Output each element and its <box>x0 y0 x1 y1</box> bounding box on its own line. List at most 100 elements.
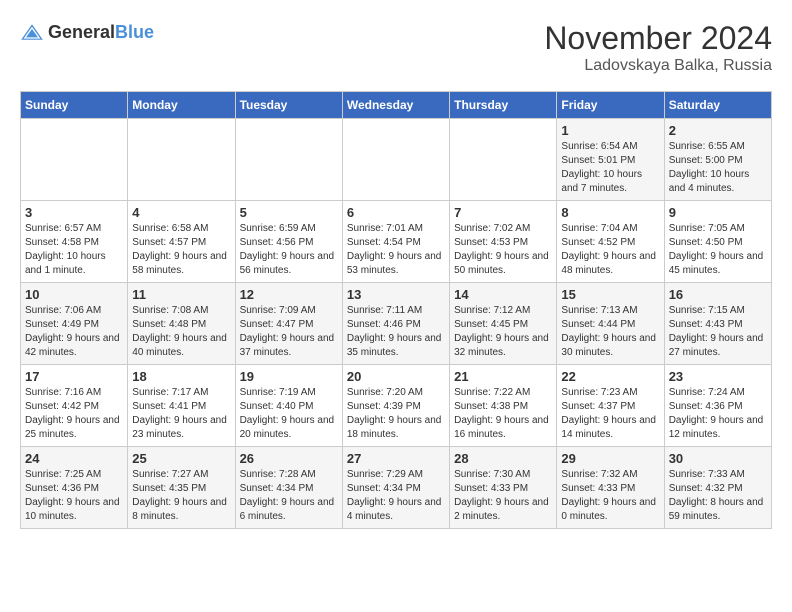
day-number: 9 <box>669 205 767 220</box>
day-number: 15 <box>561 287 659 302</box>
day-number: 4 <box>132 205 230 220</box>
day-info: Sunrise: 7:25 AM Sunset: 4:36 PM Dayligh… <box>25 468 123 524</box>
day-number: 19 <box>240 369 338 384</box>
day-number: 20 <box>347 369 445 384</box>
day-number: 1 <box>561 123 659 138</box>
header-row: SundayMondayTuesdayWednesdayThursdayFrid… <box>21 92 772 119</box>
calendar-cell: 21 Sunrise: 7:22 AM Sunset: 4:38 PM Dayli… <box>450 365 557 447</box>
day-info: Sunrise: 7:06 AM Sunset: 4:49 PM Dayligh… <box>25 304 123 360</box>
day-info: Sunrise: 7:22 AM Sunset: 4:38 PM Dayligh… <box>454 386 552 442</box>
day-info: Sunrise: 7:11 AM Sunset: 4:46 PM Dayligh… <box>347 304 445 360</box>
page-header: GeneralBlue November 2024 Ladovskaya Bal… <box>20 20 772 75</box>
day-header: Tuesday <box>235 92 342 119</box>
day-info: Sunrise: 7:05 AM Sunset: 4:50 PM Dayligh… <box>669 222 767 278</box>
calendar-row: 10 Sunrise: 7:06 AM Sunset: 4:49 PM Dayli… <box>21 283 772 365</box>
calendar-cell: 26Sunrise: 7:28 AM Sunset: 4:34 PM Dayli… <box>235 447 342 529</box>
calendar-cell: 5Sunrise: 6:59 AM Sunset: 4:56 PM Daylig… <box>235 201 342 283</box>
day-info: Sunrise: 6:57 AM Sunset: 4:58 PM Dayligh… <box>25 222 123 278</box>
day-number: 21 <box>454 369 552 384</box>
calendar-cell: 6 Sunrise: 7:01 AM Sunset: 4:54 PM Daylig… <box>342 201 449 283</box>
calendar-cell: 7Sunrise: 7:02 AM Sunset: 4:53 PM Daylig… <box>450 201 557 283</box>
day-header: Wednesday <box>342 92 449 119</box>
calendar-body: 1 Sunrise: 6:54 AM Sunset: 5:01 PM Daylig… <box>21 119 772 529</box>
day-info: Sunrise: 7:01 AM Sunset: 4:54 PM Dayligh… <box>347 222 445 278</box>
calendar-cell: 17Sunrise: 7:16 AM Sunset: 4:42 PM Dayli… <box>21 365 128 447</box>
calendar-cell: 2 Sunrise: 6:55 AM Sunset: 5:00 PM Daylig… <box>664 119 771 201</box>
calendar-cell: 12 Sunrise: 7:09 AM Sunset: 4:47 PM Dayli… <box>235 283 342 365</box>
day-number: 23 <box>669 369 767 384</box>
location-title: Ladovskaya Balka, Russia <box>544 57 772 75</box>
day-number: 30 <box>669 451 767 466</box>
calendar-cell <box>235 119 342 201</box>
day-number: 26 <box>240 451 338 466</box>
calendar-cell: 29 Sunrise: 7:32 AM Sunset: 4:33 PM Dayli… <box>557 447 664 529</box>
day-number: 28 <box>454 451 552 466</box>
day-number: 5 <box>240 205 338 220</box>
day-number: 18 <box>132 369 230 384</box>
calendar-cell: 25Sunrise: 7:27 AM Sunset: 4:35 PM Dayli… <box>128 447 235 529</box>
day-info: Sunrise: 7:20 AM Sunset: 4:39 PM Dayligh… <box>347 386 445 442</box>
calendar-table: SundayMondayTuesdayWednesdayThursdayFrid… <box>20 91 772 529</box>
calendar-cell: 16 Sunrise: 7:15 AM Sunset: 4:43 PM Dayli… <box>664 283 771 365</box>
day-header: Sunday <box>21 92 128 119</box>
day-info: Sunrise: 7:33 AM Sunset: 4:32 PM Dayligh… <box>669 468 767 524</box>
day-info: Sunrise: 7:15 AM Sunset: 4:43 PM Dayligh… <box>669 304 767 360</box>
day-info: Sunrise: 7:13 AM Sunset: 4:44 PM Dayligh… <box>561 304 659 360</box>
day-info: Sunrise: 7:16 AM Sunset: 4:42 PM Dayligh… <box>25 386 123 442</box>
calendar-cell: 1 Sunrise: 6:54 AM Sunset: 5:01 PM Daylig… <box>557 119 664 201</box>
day-info: Sunrise: 7:24 AM Sunset: 4:36 PM Dayligh… <box>669 386 767 442</box>
calendar-cell: 15 Sunrise: 7:13 AM Sunset: 4:44 PM Dayli… <box>557 283 664 365</box>
calendar-row: 24 Sunrise: 7:25 AM Sunset: 4:36 PM Dayli… <box>21 447 772 529</box>
calendar-cell: 27 Sunrise: 7:29 AM Sunset: 4:34 PM Dayli… <box>342 447 449 529</box>
day-info: Sunrise: 7:30 AM Sunset: 4:33 PM Dayligh… <box>454 468 552 524</box>
day-header: Friday <box>557 92 664 119</box>
calendar-cell: 22 Sunrise: 7:23 AM Sunset: 4:37 PM Dayli… <box>557 365 664 447</box>
day-number: 29 <box>561 451 659 466</box>
day-number: 3 <box>25 205 123 220</box>
day-info: Sunrise: 7:09 AM Sunset: 4:47 PM Dayligh… <box>240 304 338 360</box>
day-header: Saturday <box>664 92 771 119</box>
calendar-cell: 30 Sunrise: 7:33 AM Sunset: 4:32 PM Dayli… <box>664 447 771 529</box>
calendar-header: SundayMondayTuesdayWednesdayThursdayFrid… <box>21 92 772 119</box>
logo-icon <box>20 20 44 44</box>
day-info: Sunrise: 7:04 AM Sunset: 4:52 PM Dayligh… <box>561 222 659 278</box>
day-number: 8 <box>561 205 659 220</box>
day-info: Sunrise: 7:29 AM Sunset: 4:34 PM Dayligh… <box>347 468 445 524</box>
day-number: 22 <box>561 369 659 384</box>
day-number: 11 <box>132 287 230 302</box>
calendar-cell <box>342 119 449 201</box>
day-number: 24 <box>25 451 123 466</box>
day-header: Monday <box>128 92 235 119</box>
day-number: 6 <box>347 205 445 220</box>
day-info: Sunrise: 7:17 AM Sunset: 4:41 PM Dayligh… <box>132 386 230 442</box>
day-info: Sunrise: 7:02 AM Sunset: 4:53 PM Dayligh… <box>454 222 552 278</box>
day-info: Sunrise: 7:08 AM Sunset: 4:48 PM Dayligh… <box>132 304 230 360</box>
calendar-cell: 10 Sunrise: 7:06 AM Sunset: 4:49 PM Dayli… <box>21 283 128 365</box>
day-info: Sunrise: 7:32 AM Sunset: 4:33 PM Dayligh… <box>561 468 659 524</box>
calendar-row: 17Sunrise: 7:16 AM Sunset: 4:42 PM Dayli… <box>21 365 772 447</box>
calendar-cell <box>128 119 235 201</box>
title-block: November 2024 Ladovskaya Balka, Russia <box>544 20 772 75</box>
day-number: 10 <box>25 287 123 302</box>
calendar-cell: 20 Sunrise: 7:20 AM Sunset: 4:39 PM Dayli… <box>342 365 449 447</box>
calendar-cell: 9 Sunrise: 7:05 AM Sunset: 4:50 PM Daylig… <box>664 201 771 283</box>
calendar-cell: 11 Sunrise: 7:08 AM Sunset: 4:48 PM Dayli… <box>128 283 235 365</box>
day-number: 16 <box>669 287 767 302</box>
day-info: Sunrise: 7:27 AM Sunset: 4:35 PM Dayligh… <box>132 468 230 524</box>
day-number: 12 <box>240 287 338 302</box>
calendar-cell: 3 Sunrise: 6:57 AM Sunset: 4:58 PM Daylig… <box>21 201 128 283</box>
day-info: Sunrise: 6:55 AM Sunset: 5:00 PM Dayligh… <box>669 140 767 196</box>
calendar-row: 1 Sunrise: 6:54 AM Sunset: 5:01 PM Daylig… <box>21 119 772 201</box>
day-info: Sunrise: 6:58 AM Sunset: 4:57 PM Dayligh… <box>132 222 230 278</box>
month-title: November 2024 <box>544 20 772 57</box>
calendar-cell: 4 Sunrise: 6:58 AM Sunset: 4:57 PM Daylig… <box>128 201 235 283</box>
day-number: 2 <box>669 123 767 138</box>
day-number: 27 <box>347 451 445 466</box>
calendar-cell: 28 Sunrise: 7:30 AM Sunset: 4:33 PM Dayli… <box>450 447 557 529</box>
calendar-cell: 18 Sunrise: 7:17 AM Sunset: 4:41 PM Dayli… <box>128 365 235 447</box>
day-number: 14 <box>454 287 552 302</box>
day-info: Sunrise: 6:54 AM Sunset: 5:01 PM Dayligh… <box>561 140 659 196</box>
day-info: Sunrise: 7:19 AM Sunset: 4:40 PM Dayligh… <box>240 386 338 442</box>
day-info: Sunrise: 7:23 AM Sunset: 4:37 PM Dayligh… <box>561 386 659 442</box>
calendar-cell: 14Sunrise: 7:12 AM Sunset: 4:45 PM Dayli… <box>450 283 557 365</box>
